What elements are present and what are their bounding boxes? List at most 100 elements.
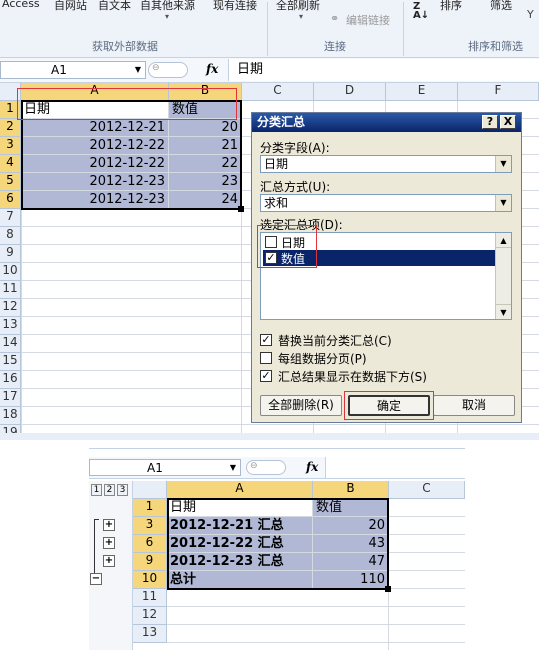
from-text-button[interactable]: 自文本 (98, 0, 131, 13)
row-header[interactable]: 14 (0, 335, 21, 353)
scroll-down-icon[interactable]: ▼ (496, 304, 511, 319)
formula-bar: A1 ▼ ⊖ fx 日期 (0, 58, 539, 83)
row-header[interactable]: 13 (133, 625, 167, 643)
row-header[interactable]: 4 (0, 155, 21, 173)
help-button[interactable]: ? (482, 115, 498, 129)
chevron-down-icon[interactable]: ▼ (135, 62, 141, 78)
row-header[interactable]: 3 (133, 517, 167, 535)
clear-filter-icon[interactable]: Y (527, 8, 534, 21)
access-button[interactable]: Access (2, 0, 40, 10)
row-header[interactable]: 1 (133, 499, 167, 517)
row-header[interactable]: 18 (0, 407, 21, 425)
outline-level-button[interactable]: 2 (104, 484, 115, 496)
checkbox-replace[interactable]: ✓ (260, 334, 272, 346)
formula-input[interactable] (325, 457, 465, 478)
row-header[interactable]: 8 (0, 227, 21, 245)
edit-links-button[interactable]: 编辑链接 (346, 12, 390, 28)
highlight-annotation (257, 225, 317, 268)
outline-level-button[interactable]: 3 (117, 484, 128, 496)
row-header[interactable]: 12 (0, 299, 21, 317)
row-header[interactable]: 9 (0, 245, 21, 263)
function-label: 汇总方式(U): (260, 180, 331, 194)
fx-icon[interactable]: fx (206, 62, 218, 76)
checkbox-pagebreak[interactable] (260, 352, 272, 364)
fill-handle[interactable] (238, 206, 244, 212)
remove-all-button[interactable]: 全部删除(R) (260, 395, 342, 416)
select-all-corner[interactable] (133, 481, 167, 499)
subtotal-result-view: A1 ▼ ⊖ fx 1 2 3 + + + − A B C 1 3 6 9 10… (89, 448, 465, 650)
column-header-a[interactable]: A (167, 481, 313, 499)
field-select-value: 日期 (264, 157, 289, 171)
row-header[interactable]: 13 (0, 317, 21, 335)
subtotal-dialog: 分类汇总 ? X 分类字段(A): 日期 ▼ 汇总方式(U): 求和 ▼ 选定汇… (251, 112, 522, 423)
formula-input[interactable]: 日期 (228, 59, 539, 81)
dialog-title: 分类汇总 (252, 113, 521, 132)
column-header-c[interactable]: C (389, 481, 465, 499)
cancel-button[interactable]: 取消 (433, 395, 515, 416)
function-select-value: 求和 (264, 196, 289, 210)
name-box[interactable]: A1 ▼ (89, 459, 241, 476)
row-header[interactable]: 11 (0, 281, 21, 299)
fill-handle[interactable] (385, 586, 391, 592)
row-header[interactable]: 2 (0, 119, 21, 137)
function-select[interactable]: 求和 ▼ (260, 194, 512, 212)
sort-button[interactable]: 排序 (440, 0, 462, 13)
highlight-annotation (17, 88, 237, 120)
filter-button[interactable]: 筛选 (490, 0, 512, 13)
scrollbar[interactable]: ▲ ▼ (495, 233, 511, 319)
row-header[interactable]: 12 (133, 607, 167, 625)
expand-icon[interactable]: + (103, 537, 115, 549)
row-header[interactable]: 17 (0, 389, 21, 407)
column-header-d[interactable]: D (314, 83, 386, 101)
formula-bar: A1 ▼ ⊖ fx (89, 457, 465, 479)
scroll-up-icon[interactable]: ▲ (496, 233, 511, 248)
chevron-down-icon[interactable]: ▼ (230, 460, 236, 476)
expand-icon[interactable]: + (103, 519, 115, 531)
row-header[interactable]: 10 (0, 263, 21, 281)
pagebreak-label: 每组数据分页(P) (278, 352, 367, 366)
column-header-c[interactable]: C (242, 83, 314, 101)
name-box-value: A1 (147, 461, 163, 475)
column-header-b[interactable]: B (313, 481, 389, 499)
expand-icon[interactable]: + (103, 555, 115, 567)
selection-border (167, 498, 389, 590)
outline-level-button[interactable]: 1 (91, 484, 102, 496)
group-label-sort-filter: 排序和筛选 (468, 40, 523, 53)
replace-label: 替换当前分类汇总(C) (278, 334, 392, 348)
chevron-down-icon[interactable]: ▼ (495, 195, 511, 211)
row-header[interactable]: 3 (0, 137, 21, 155)
column-header-f[interactable]: F (458, 83, 539, 101)
field-label: 分类字段(A): (260, 141, 330, 155)
row-header[interactable]: 15 (0, 353, 21, 371)
row-header[interactable]: 7 (0, 209, 21, 227)
formula-bar-expand-handle[interactable]: ⊖ (148, 62, 188, 78)
row-header[interactable]: 6 (133, 535, 167, 553)
ribbon: Access 自网站 自文本 自其他来源 ▾ 现有连接 全部刷新 ▾ ⚭ 编辑链… (0, 0, 539, 58)
row-header[interactable]: 5 (0, 173, 21, 191)
collapse-icon[interactable]: − (90, 573, 102, 585)
refresh-all-button[interactable]: 全部刷新 (276, 0, 320, 13)
chevron-down-icon[interactable]: ▾ (165, 12, 169, 21)
group-label-connections: 连接 (324, 40, 346, 53)
link-icon: ⚭ (330, 12, 340, 25)
group-label-external: 获取外部数据 (92, 40, 158, 53)
formula-bar-expand-handle[interactable]: ⊖ (246, 460, 286, 475)
existing-connections-button[interactable]: 现有连接 (213, 0, 257, 13)
close-button[interactable]: X (500, 115, 516, 129)
row-header[interactable]: 9 (133, 553, 167, 571)
row-header[interactable]: 10 (133, 571, 167, 589)
field-select[interactable]: 日期 ▼ (260, 155, 512, 173)
highlight-annotation (344, 391, 434, 420)
row-header[interactable]: 6 (0, 191, 21, 209)
checkbox-below[interactable]: ✓ (260, 370, 272, 382)
row-header[interactable]: 16 (0, 371, 21, 389)
below-label: 汇总结果显示在数据下方(S) (278, 370, 427, 384)
name-box[interactable]: A1 ▼ (0, 61, 146, 79)
chevron-down-icon[interactable]: ▾ (299, 12, 303, 21)
chevron-down-icon[interactable]: ▼ (495, 156, 511, 172)
sort-az-icon[interactable]: Z A↓ (413, 2, 429, 21)
column-header-e[interactable]: E (386, 83, 458, 101)
row-header[interactable]: 11 (133, 589, 167, 607)
from-web-button[interactable]: 自网站 (54, 0, 87, 13)
fx-icon[interactable]: fx (306, 460, 318, 474)
